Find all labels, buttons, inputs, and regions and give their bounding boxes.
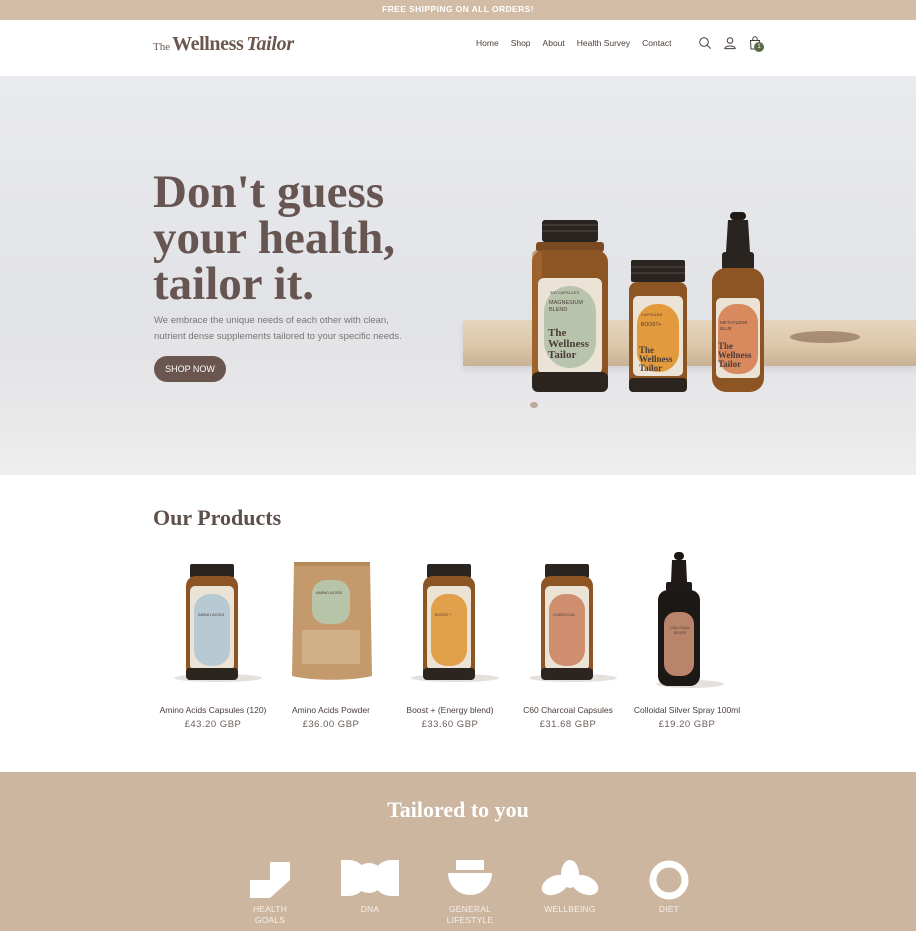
product-name[interactable]: Amino Acids Capsules (120)	[154, 705, 272, 715]
logo-wellness: Wellness	[172, 33, 244, 55]
tailored-section: Tailored to you HEALTH GOALS DNA GENERAL…	[0, 772, 916, 931]
health-goals-icon	[230, 860, 310, 904]
account-icon[interactable]	[723, 36, 737, 50]
general-lifestyle-icon	[430, 860, 510, 904]
product-label-text: BOOST+	[435, 612, 452, 617]
brand-logo[interactable]: The Wellness Tailor	[153, 33, 294, 57]
product-label-text: CHARCOAL	[553, 612, 576, 617]
product-card[interactable]: COLLOIDAL SILVER Colloidal Silver Spray …	[628, 550, 746, 730]
product-name[interactable]: C60 Charcoal Capsules	[509, 705, 627, 715]
nav-about[interactable]: About	[543, 38, 565, 48]
shop-now-button[interactable]: SHOP NOW	[154, 356, 226, 382]
hero-subtitle-line: We embrace the unique needs of each othe…	[154, 315, 389, 326]
nav-contact[interactable]: Contact	[642, 38, 671, 48]
feature-label: DIET	[658, 904, 680, 914]
search-icon[interactable]	[698, 36, 712, 50]
bottle-name-text: MAGNESIUM BLEND	[549, 300, 583, 313]
bottle-top-text: CAPSULES	[641, 312, 663, 317]
bottle-name-text: METHYLENE BLUE	[720, 320, 748, 331]
product-name[interactable]: Colloidal Silver Spray 100ml	[628, 705, 746, 715]
hero-bottle-magnesium: 300 CAPSULES MAGNESIUM BLEND The Wellnes…	[530, 220, 610, 399]
product-card[interactable]: CHARCOAL C60 Charcoal Capsules £31.68 GB…	[509, 550, 627, 730]
logo-the: The	[153, 41, 171, 53]
product-image[interactable]: BOOST+	[391, 550, 509, 692]
shelf-knot	[530, 402, 538, 408]
product-label-text: AMINO ACIDS	[316, 590, 343, 595]
wellbeing-icon	[530, 860, 610, 904]
product-name[interactable]: Boost + (Energy blend)	[391, 705, 509, 715]
feature-label: DNA	[360, 904, 380, 914]
dna-icon	[330, 860, 410, 904]
feature-label: HEALTH GOALS	[252, 904, 288, 925]
feature-label: GENERAL LIFESTYLE	[446, 904, 494, 925]
feature-diet[interactable]: DIET	[629, 860, 709, 915]
feature-general-lifestyle[interactable]: GENERAL LIFESTYLE	[430, 860, 510, 926]
product-price: £43.20 GBP	[184, 719, 242, 730]
product-image[interactable]: COLLOIDAL SILVER	[628, 550, 746, 692]
nav-shop[interactable]: Shop	[511, 38, 531, 48]
hero-bottle-boost: CAPSULES BOOST+ The Wellness Tailor	[627, 260, 689, 399]
bottle-top-text: 300 CAPSULES	[550, 290, 580, 295]
bottle-brand-text: The Wellness Tailor	[639, 345, 673, 373]
logo-tailor: Tailor	[246, 33, 294, 55]
product-card[interactable]: BOOST+ Boost + (Energy blend) £33.60 GBP	[391, 550, 509, 730]
hero-title-line: tailor it.	[153, 258, 314, 310]
announcement-bar: FREE SHIPPING ON ALL ORDERS!	[0, 0, 916, 20]
product-image[interactable]: AMINO ACIDS	[272, 550, 390, 692]
product-name[interactable]: Amino Acids Powder	[272, 705, 390, 715]
product-label-text: AMINO ACIDS	[198, 612, 225, 617]
bottle-brand-text: The Wellness Tailor	[718, 341, 752, 369]
nav-home[interactable]: Home	[476, 38, 499, 48]
product-price: £31.68 GBP	[539, 719, 597, 730]
nav-health-survey[interactable]: Health Survey	[577, 38, 630, 48]
tailored-heading: Tailored to you	[387, 797, 529, 822]
product-price: £36.00 GBP	[302, 719, 360, 730]
product-price: £33.60 GBP	[421, 719, 479, 730]
hero-bottle-methylene: METHYLENE BLUE The Wellness Tailor	[708, 212, 768, 399]
feature-health-goals[interactable]: HEALTH GOALS	[230, 860, 310, 926]
site-header: The Wellness Tailor Home Shop About Heal…	[0, 20, 916, 76]
bottle-brand-text: The Wellness Tailor	[548, 327, 589, 361]
product-image[interactable]: AMINO ACIDS	[154, 550, 272, 692]
feature-dna[interactable]: DNA	[330, 860, 410, 915]
hero-title-line: Don't guess	[153, 166, 385, 218]
product-card[interactable]: AMINO ACIDS Amino Acids Powder £36.00 GB…	[272, 550, 390, 730]
feature-wellbeing[interactable]: WELLBEING	[530, 860, 610, 915]
hero-subtitle-line: nutrient dense supplements tailored to y…	[154, 331, 402, 342]
diet-icon	[629, 860, 709, 904]
feature-label: WELLBEING	[544, 904, 596, 914]
our-products-heading: Our Products	[153, 505, 282, 530]
shelf-knot	[790, 331, 860, 343]
hero-subtitle: We embrace the unique needs of each othe…	[154, 313, 454, 345]
product-image[interactable]: CHARCOAL	[509, 550, 627, 692]
product-label-text: COLLOIDAL SILVER	[670, 626, 690, 635]
hero-title: Don't guess your health, tailor it.	[153, 166, 395, 310]
product-price: £19.20 GBP	[658, 719, 716, 730]
hero-banner: Don't guess your health, tailor it. We e…	[0, 76, 916, 475]
main-nav: Home Shop About Health Survey Contact	[476, 38, 671, 48]
cart-count-badge: 1	[754, 42, 764, 52]
bottle-name-text: BOOST+	[641, 322, 662, 328]
product-card[interactable]: AMINO ACIDS Amino Acids Capsules (120) £…	[154, 550, 272, 730]
hero-title-line: your health,	[153, 212, 395, 264]
